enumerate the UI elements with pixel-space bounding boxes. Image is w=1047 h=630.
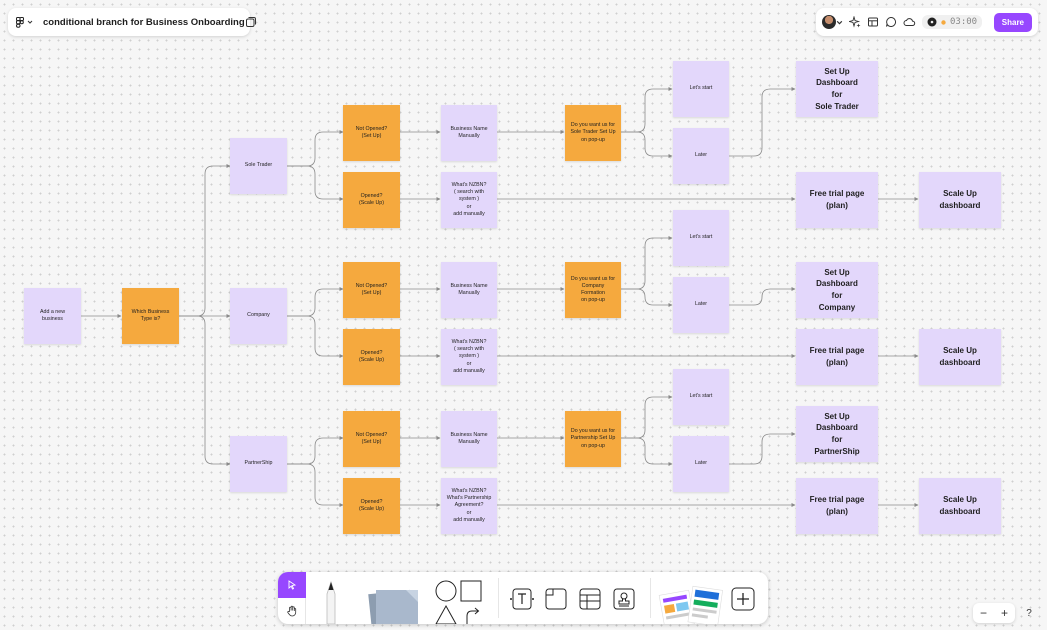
sticky-notes-icon xyxy=(368,589,418,624)
company-free-trial[interactable]: Free trial page (plan) xyxy=(796,329,878,385)
partnership-later[interactable]: Later xyxy=(673,436,729,492)
type-partnership[interactable]: PartnerShip xyxy=(230,436,287,492)
toolbar-divider xyxy=(650,578,651,618)
hand-tool-button[interactable] xyxy=(278,598,306,624)
square-shape-tool[interactable] xyxy=(459,580,483,602)
plus-icon xyxy=(731,587,755,611)
company-dashboard[interactable]: Set Up Dashboard for Company xyxy=(796,262,878,318)
partnership-scale-up[interactable]: Scale Up dashboard xyxy=(919,478,1001,534)
marker-tool[interactable] xyxy=(318,580,344,624)
table-tool[interactable] xyxy=(576,586,604,612)
company-nzbn[interactable]: What's NZBN? ( search with system ) or a… xyxy=(441,329,497,385)
circle-icon xyxy=(435,580,457,602)
marker-icon xyxy=(326,580,336,624)
templates-icon xyxy=(658,585,723,624)
stamp-tool[interactable] xyxy=(610,586,638,612)
partnership-lets-start[interactable]: Let's start xyxy=(673,369,729,425)
stamp-icon xyxy=(613,588,635,610)
zoom-out-button[interactable]: − xyxy=(980,607,987,619)
start-node[interactable]: Add a new business xyxy=(24,288,81,344)
business-type-decision[interactable]: Which Business Type is? xyxy=(122,288,179,344)
zoom-controls: − + xyxy=(973,603,1015,623)
hand-icon xyxy=(287,605,297,617)
mode-switcher xyxy=(278,572,306,624)
templates-tool[interactable] xyxy=(658,582,726,624)
cursor-icon xyxy=(288,580,297,590)
company-question[interactable]: Do you want us for Company Formation on … xyxy=(565,262,621,318)
type-sole-trader[interactable]: Sole Trader xyxy=(230,138,287,194)
text-icon xyxy=(510,588,534,610)
partnership-name-manually[interactable]: Business Name Manually xyxy=(441,411,497,467)
zoom-in-button[interactable]: + xyxy=(1001,607,1008,619)
toolbar-divider xyxy=(498,578,499,618)
circle-shape-tool[interactable] xyxy=(434,580,458,602)
company-scale-up[interactable]: Scale Up dashboard xyxy=(919,329,1001,385)
connector-arrow-icon xyxy=(466,607,480,624)
sole-trader-later[interactable]: Later xyxy=(673,128,729,184)
partnership-dashboard[interactable]: Set Up Dashboard for PartnerShip xyxy=(796,406,878,462)
connector-tool[interactable] xyxy=(459,604,483,624)
table-icon xyxy=(579,588,601,610)
type-company[interactable]: Company xyxy=(230,288,287,344)
section-icon xyxy=(545,588,567,610)
company-lets-start[interactable]: Let's start xyxy=(673,210,729,266)
square-icon xyxy=(460,580,482,602)
sole-trader-free-trial[interactable]: Free trial page (plan) xyxy=(796,172,878,228)
partnership-free-trial[interactable]: Free trial page (plan) xyxy=(796,478,878,534)
sole-trader-question[interactable]: Do you want us for Sole Trader Set Up on… xyxy=(565,105,621,161)
sole-trader-dashboard[interactable]: Set Up Dashboard for Sole Trader xyxy=(796,61,878,117)
sole-trader-scale-up[interactable]: Scale Up dashboard xyxy=(919,172,1001,228)
sole-trader-not-opened[interactable]: Not Opened? (Set Up) xyxy=(343,105,400,161)
sole-trader-lets-start[interactable]: Let's start xyxy=(673,61,729,117)
select-tool-button[interactable] xyxy=(278,572,306,598)
triangle-shape-tool[interactable] xyxy=(434,604,458,624)
sole-trader-opened[interactable]: Opened? (Scale Up) xyxy=(343,172,400,228)
company-not-opened[interactable]: Not Opened? (Set Up) xyxy=(343,262,400,318)
company-later[interactable]: Later xyxy=(673,277,729,333)
triangle-icon xyxy=(435,604,457,624)
help-button[interactable]: ? xyxy=(1020,603,1038,623)
creation-toolbar xyxy=(278,572,768,624)
more-tools-button[interactable] xyxy=(730,586,756,612)
partnership-opened[interactable]: Opened? (Scale Up) xyxy=(343,478,400,534)
sole-trader-name-manually[interactable]: Business Name Manually xyxy=(441,105,497,161)
partnership-not-opened[interactable]: Not Opened? (Set Up) xyxy=(343,411,400,467)
sole-trader-nzbn[interactable]: What's NZBN? ( search with system ) or a… xyxy=(441,172,497,228)
partnership-nzbn[interactable]: What's NZBN? What's Partnership Agreemen… xyxy=(441,478,497,534)
section-tool[interactable] xyxy=(542,586,570,612)
text-tool[interactable] xyxy=(508,586,536,612)
company-opened[interactable]: Opened? (Scale Up) xyxy=(343,329,400,385)
sticky-note-tool[interactable] xyxy=(362,582,424,624)
partnership-question[interactable]: Do you want us for Partnership Set Up on… xyxy=(565,411,621,467)
company-name-manually[interactable]: Business Name Manually xyxy=(441,262,497,318)
